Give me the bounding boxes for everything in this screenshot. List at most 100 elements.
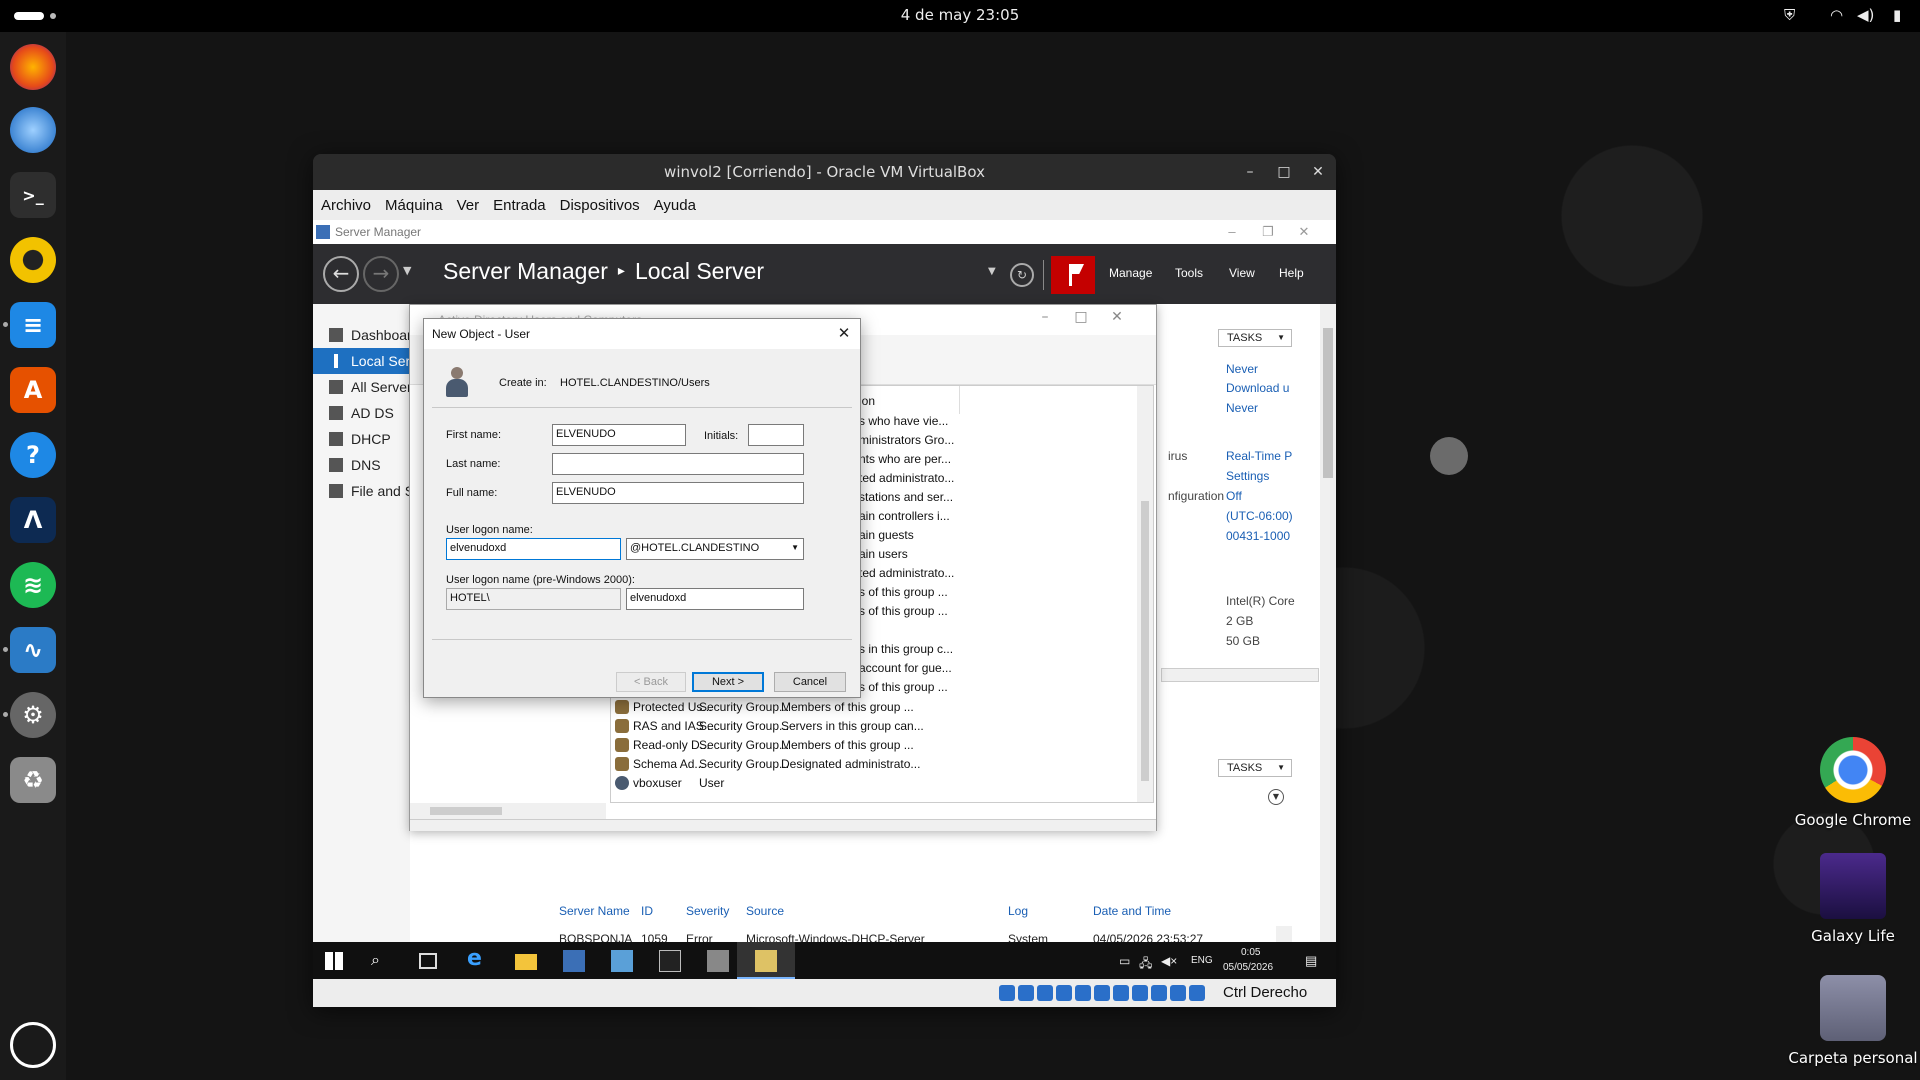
events-col-id[interactable]: ID bbox=[641, 904, 653, 918]
cpu-icon[interactable] bbox=[1151, 985, 1167, 1001]
events-col-severity[interactable]: Severity bbox=[686, 904, 729, 918]
table-row[interactable]: Read-only D... Security Group... Members o… bbox=[611, 736, 971, 755]
taskbar-date[interactable]: 05/05/2026 bbox=[1223, 962, 1273, 973]
display-icon[interactable] bbox=[1113, 985, 1129, 1001]
breadcrumb-app[interactable]: Server Manager bbox=[443, 258, 608, 284]
expand-chevron-icon[interactable]: ▼ bbox=[1268, 789, 1284, 805]
device-status-icons[interactable] bbox=[999, 985, 1205, 1001]
prop-value[interactable]: Real-Time P bbox=[1226, 449, 1292, 463]
aduc-hscrollbar[interactable] bbox=[410, 803, 606, 819]
cmd-icon[interactable] bbox=[659, 950, 681, 972]
prop-value[interactable]: (UTC-06:00) bbox=[1226, 509, 1293, 523]
table-row[interactable]: RAS and IAS ... Security Group... Servers … bbox=[611, 717, 971, 736]
events-scrollbar[interactable] bbox=[1276, 926, 1292, 942]
clock[interactable]: 4 de may 23:05 bbox=[0, 6, 1920, 24]
column-header-description[interactable]: ion bbox=[859, 394, 875, 408]
refresh-icon[interactable]: ↻ bbox=[1010, 263, 1034, 287]
firefox-icon[interactable] bbox=[10, 44, 56, 90]
close-icon[interactable]: ✕ bbox=[834, 324, 854, 344]
first-name-field[interactable]: ELVENUDO bbox=[552, 424, 686, 446]
usb-icon[interactable] bbox=[1075, 985, 1091, 1001]
prop-value[interactable]: Settings bbox=[1226, 469, 1269, 483]
full-name-field[interactable]: ELVENUDO bbox=[552, 482, 804, 504]
nav-dashboard[interactable]: Dashboard bbox=[313, 322, 410, 348]
events-col-server[interactable]: Server Name bbox=[559, 904, 630, 918]
events-col-date[interactable]: Date and Time bbox=[1093, 904, 1171, 918]
menu-maquina[interactable]: Máquina bbox=[385, 197, 443, 214]
trash-icon[interactable]: ♻ bbox=[10, 757, 56, 803]
dialog-title[interactable]: New Object - User bbox=[424, 319, 860, 349]
back-icon[interactable]: ← bbox=[323, 256, 359, 292]
forward-icon[interactable]: → bbox=[363, 256, 399, 292]
rhythmbox-icon[interactable] bbox=[10, 237, 56, 283]
menu-ver[interactable]: Ver bbox=[457, 197, 480, 214]
prop-value[interactable]: Never bbox=[1226, 401, 1258, 415]
desktop-icon-galaxy-life[interactable]: Galaxy Life bbox=[1783, 853, 1920, 945]
server-manager-taskbar-icon[interactable] bbox=[563, 950, 585, 972]
server-manager-titlebar[interactable]: Server Manager – ❐ ✕ bbox=[313, 220, 1336, 244]
prop-value[interactable]: Off bbox=[1226, 489, 1242, 503]
chevron-down-icon[interactable]: ▼ bbox=[988, 266, 996, 277]
tasks-dropdown[interactable]: TASKS bbox=[1218, 329, 1292, 347]
battery-icon[interactable]: ▮ bbox=[1893, 6, 1901, 24]
history-dropdown-icon[interactable]: ▼ bbox=[403, 264, 411, 277]
domain-select[interactable]: @HOTEL.CLANDESTINO ▼ bbox=[626, 538, 804, 560]
back-button[interactable]: < Back bbox=[616, 672, 686, 692]
nav-all-servers[interactable]: All Servers bbox=[313, 374, 410, 400]
wifi-icon[interactable]: ◠ bbox=[1830, 6, 1843, 24]
nav-file-storage[interactable]: File and Storage Services bbox=[313, 478, 410, 504]
restore-icon[interactable]: ❐ bbox=[1253, 220, 1283, 244]
task-view-icon[interactable] bbox=[419, 953, 437, 969]
cancel-button[interactable]: Cancel bbox=[774, 672, 846, 692]
minimize-icon[interactable]: – bbox=[1239, 161, 1261, 183]
maximize-icon[interactable]: □ bbox=[1273, 161, 1295, 183]
windows-start-icon[interactable] bbox=[325, 952, 343, 970]
desktop-icon-chrome[interactable]: Google Chrome bbox=[1783, 737, 1920, 829]
maximize-icon[interactable]: □ bbox=[1066, 309, 1096, 329]
new-user-dialog[interactable]: New Object - User ✕ Create in: HOTEL.CLA… bbox=[423, 318, 861, 698]
file-explorer-icon[interactable] bbox=[515, 954, 537, 970]
shared-folder-icon[interactable] bbox=[1094, 985, 1110, 1001]
keyboard-icon[interactable] bbox=[1189, 985, 1205, 1001]
initials-field[interactable] bbox=[748, 424, 804, 446]
pre2000-name-field[interactable]: elvenudoxd bbox=[626, 588, 804, 610]
thunderbird-icon[interactable] bbox=[10, 107, 56, 153]
mouse-integration-icon[interactable] bbox=[1170, 985, 1186, 1001]
minimize-icon[interactable]: – bbox=[1030, 309, 1060, 329]
prop-value[interactable]: Download u bbox=[1226, 381, 1289, 395]
nav-ad-ds[interactable]: AD DS bbox=[313, 400, 410, 426]
close-icon[interactable]: ✕ bbox=[1102, 309, 1132, 329]
properties-hscrollbar[interactable] bbox=[1161, 668, 1319, 682]
language-indicator[interactable]: ENG bbox=[1191, 955, 1213, 966]
minimize-icon[interactable]: – bbox=[1217, 220, 1247, 244]
battery-icon[interactable]: ▭ bbox=[1119, 954, 1130, 968]
writer-icon[interactable]: ≡ bbox=[10, 302, 56, 348]
events-col-log[interactable]: Log bbox=[1008, 904, 1028, 918]
prop-value[interactable]: Never bbox=[1226, 362, 1258, 376]
menu-archivo[interactable]: Archivo bbox=[321, 197, 371, 214]
virtualbox-window[interactable]: winvol2 [Corriendo] - Oracle VM VirtualB… bbox=[313, 154, 1336, 1007]
taskbar-time[interactable]: 0:05 bbox=[1241, 947, 1260, 958]
volume-icon[interactable]: ◀) bbox=[1857, 6, 1874, 24]
logon-name-field[interactable]: elvenudoxd bbox=[446, 538, 621, 560]
recording-icon[interactable] bbox=[1132, 985, 1148, 1001]
menu-dispositivos[interactable]: Dispositivos bbox=[560, 197, 640, 214]
audio-icon[interactable] bbox=[1037, 985, 1053, 1001]
app-center-icon[interactable]: A bbox=[10, 367, 56, 413]
hdd-icon[interactable] bbox=[999, 985, 1015, 1001]
close-icon[interactable]: ✕ bbox=[1289, 220, 1319, 244]
tools-menu[interactable]: Tools bbox=[1175, 266, 1203, 280]
guest-screen[interactable]: Server Manager – ❐ ✕ ← → ▼ Server Manage… bbox=[313, 220, 1336, 979]
manage-menu[interactable]: Manage bbox=[1109, 266, 1152, 280]
tasks-dropdown[interactable]: TASKS bbox=[1218, 759, 1292, 777]
help-icon[interactable]: ? bbox=[10, 432, 56, 478]
nav-dhcp[interactable]: DHCP bbox=[313, 426, 410, 452]
nav-dns[interactable]: DNS bbox=[313, 452, 410, 478]
server-manager-scrollbar[interactable] bbox=[1320, 304, 1336, 942]
network-tray-icon[interactable]: 🖧 bbox=[1139, 954, 1152, 975]
aduc-vscrollbar[interactable] bbox=[1137, 386, 1153, 802]
menu-entrada[interactable]: Entrada bbox=[493, 197, 546, 214]
volume-muted-icon[interactable]: ◀× bbox=[1161, 954, 1177, 968]
table-row[interactable]: vboxuser User bbox=[611, 774, 971, 793]
window-title[interactable]: winvol2 [Corriendo] - Oracle VM VirtualB… bbox=[313, 154, 1336, 190]
